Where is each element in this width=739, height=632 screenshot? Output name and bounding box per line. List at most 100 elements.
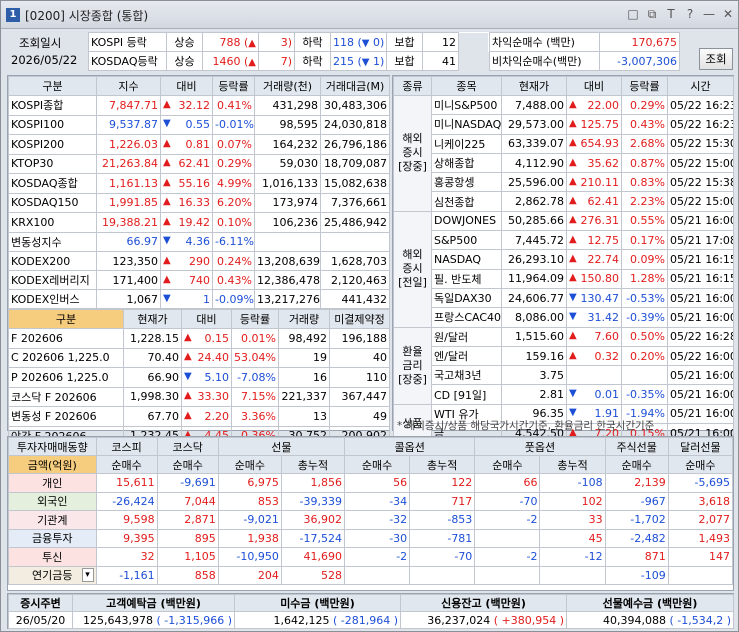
index-row[interactable]: KOSDAQ150 1,991.85 ▲ 16.33 6.20% 173,974 7,376… (8, 192, 390, 213)
world-row[interactable]: 국고채3년 3.75 05/21 16:00 (394, 365, 734, 386)
main-window: 1 [0200] 시장종합 (통합) □ ⧉ T ? — ✕ 조회일시 2026… (0, 0, 739, 632)
index-amount: 30,483,306 (320, 95, 390, 116)
world-row[interactable]: 심천종합 2,862.78 ▲ 62.41 2.23% 05/22 15:00 (394, 191, 734, 212)
investor-header-7: 달러선물 (667, 437, 734, 456)
index-row[interactable]: KOSDAQ종합 1,161.13 ▲ 55.16 4.99% 1,016,133 15,0… (8, 173, 390, 194)
kosdaq-updown-label: KOSDAQ등락 (88, 51, 167, 71)
etf-row[interactable]: KODEX인버스 1,067 ▼ 1 -0.09% 13,217,276 441,432 (8, 289, 390, 309)
help-icon[interactable]: ? (684, 7, 696, 21)
index-row[interactable]: KTOP30 21,263.84 ▲ 62.41 0.29% 59,030 18,709,0… (8, 153, 390, 174)
world-change: ▲ 276.31 (566, 210, 622, 232)
futures-value: 1,998.30 (123, 386, 182, 407)
minimize-icon[interactable]: — (703, 7, 715, 21)
index-name: KOSPI200 (8, 134, 97, 155)
bottom-header-3: 신용잔고 (백만원) (400, 594, 567, 612)
close-icon[interactable]: ✕ (722, 7, 734, 21)
world-row[interactable]: 독일DAX30 24,606.77 ▼ 130.47 -0.53% 05/21 16:00 (394, 287, 734, 309)
world-row[interactable]: 미니NASDAQ 29,573.00 ▲ 125.75 0.43% 05/22 16:23 (394, 114, 734, 135)
futures-row[interactable]: C 202606 1,225.0 70.40 ▲ 24.40 53.04% 19 40 (8, 347, 390, 368)
investor-value: 717 (409, 491, 476, 511)
investor-row[interactable]: 금융투자 9,395 895 1,938 -17,524 -30 -781 45 -2,482 1… (8, 528, 734, 548)
copy-window-icon[interactable]: ⧉ (646, 7, 658, 21)
kospi-limit-up: 3) (258, 32, 295, 52)
bottom-panel: 증시주변 고객예탁금 (백만원) 미수금 (백만원) 신용잔고 (백만원) 선물… (7, 593, 734, 629)
investor-value (539, 565, 606, 585)
investor-header-6: 주식선물 (604, 437, 669, 456)
world-time: 05/21 16:00 (667, 384, 734, 405)
arbitrage-label: 차익순매수 (백만) (489, 32, 600, 52)
investor-row[interactable]: 기관계 9,598 2,871 -9,021 36,902 -32 -853 -2 33 -1,7… (8, 510, 734, 530)
etf-row[interactable]: KODEX200 123,350 ▲ 290 0.24% 13,208,639 1,628,… (8, 251, 390, 271)
world-row[interactable]: 프랑스CAC40 8,086.00 ▼ 31.42 -0.39% 05/21 16:00 (394, 307, 734, 328)
etf-volume: 13,208,639 (254, 251, 321, 271)
futures-row[interactable]: 코스닥 F 202606 1,998.30 ▲ 33.30 7.15% 221,337 36… (8, 386, 390, 407)
futures-row[interactable]: P 202606 1,225.0 66.90 ▼ 5.10 -7.08% 16 110 (8, 367, 390, 388)
investor-value: -12 (539, 547, 606, 567)
investor-value: 1,856 (280, 473, 346, 493)
world-row[interactable]: 상해종합 4,112.90 ▲ 35.62 0.87% 05/22 15:00 (394, 152, 734, 174)
etf-amount: 1,628,703 (320, 251, 390, 271)
world-change: ▼ 0.01 (566, 384, 622, 405)
index-row[interactable]: KOSPI200 1,226.03 ▲ 0.81 0.07% 164,232 26,796,… (8, 134, 390, 155)
text-icon[interactable]: T (665, 7, 677, 21)
world-time: 05/21 16:00 (667, 210, 734, 232)
arbitrage-value: 170,675 (599, 32, 680, 52)
investor-value: -781 (409, 528, 476, 548)
bottom-date: 26/05/20 (8, 611, 73, 629)
investor-value: 66 (474, 473, 541, 493)
world-name: 심천종합 (431, 191, 502, 212)
index-value: 1,161.13 (96, 173, 161, 194)
index-row[interactable]: KOSPI100 9,537.87 ▼ 0.55 -0.01% 98,595 24,030,… (8, 114, 390, 135)
investor-value: -10,950 (217, 547, 282, 567)
investor-value (474, 528, 541, 548)
world-change: ▲ 7.60 (566, 326, 622, 347)
futures-value: 1,228.15 (123, 328, 182, 349)
world-value: 2.81 (501, 384, 567, 405)
world-row[interactable]: 환율 금리 [장중] 원/달러 1,515.60 ▲ 7.60 0.50% 05/22 16… (393, 326, 734, 405)
futures-row[interactable]: F 202606 1,228.15 ▲ 0.15 0.01% 98,492 196,188 (8, 328, 390, 349)
index-row[interactable]: KRX100 19,388.21 ▲ 19.42 0.10% 106,236 25,486,… (8, 212, 390, 233)
futures-row[interactable]: 변동성 F 202606 67.70 ▲ 2.20 3.36% 13 49 (8, 406, 390, 427)
world-row[interactable]: S&P500 7,445.72 ▲ 12.75 0.17% 05/21 17:08 (394, 230, 734, 251)
etf-rate: 0.24% (212, 251, 255, 271)
futures-header-2: 대비 (181, 309, 232, 329)
index-row[interactable]: KOSPI종합 7,847.71 ▲ 32.12 0.41% 431,298 30,483,… (8, 95, 390, 116)
investor-value: 7,044 (156, 491, 219, 511)
world-row[interactable]: 홍콩항셍 25,596.00 ▲ 210.11 0.83% 05/22 15:38 (394, 172, 734, 193)
bottom-header-0: 증시주변 (8, 594, 73, 612)
futures-value: 67.70 (123, 406, 182, 427)
world-row[interactable]: 엔/달러 159.16 ▲ 0.32 0.20% 05/22 16:00 (394, 345, 734, 367)
investor-value: -967 (604, 491, 669, 511)
kosdaq-flat: 41 (422, 51, 459, 71)
investor-row[interactable]: 투신 32 1,105 -10,950 41,690 -2 -70 -2 -12 871 147 (8, 547, 734, 567)
world-row[interactable]: 해외 증시 [장중] 미니S&P500 7,488.00 ▲ 22.00 0.29% 05/… (393, 94, 734, 212)
investor-row[interactable]: 연기금등 ▾ -1,161 858 204 528 -109 (8, 565, 734, 585)
investor-value (343, 565, 411, 585)
index-name: KOSPI종합 (8, 95, 97, 116)
left-panel: 구분 지수 대비 등락률 거래량(천) 거래대금(M) KOSPI종합 7,847.71 ▲ 32… (7, 75, 390, 446)
world-name: 프랑스CAC40 (431, 307, 502, 328)
index-change: ▲ 0.81 (160, 134, 213, 155)
query-button[interactable]: 조회 (699, 48, 733, 70)
kospi-flat-label: 보합 (386, 32, 423, 52)
futures-change: ▲ 33.30 (181, 386, 232, 407)
world-row[interactable]: NASDAQ 26,293.10 ▲ 22.74 0.09% 05/21 16:15 (394, 249, 734, 270)
futures-open-interest: 110 (329, 367, 390, 388)
world-row[interactable]: 해외 증시 [전일] DOWJONES 50,285.66 ▲ 276.31 0.55% 0… (393, 210, 734, 328)
futures-header-5: 미결제약정 (329, 309, 390, 329)
investor-row[interactable]: 개인 15,611 -9,691 6,975 1,856 56 122 66 -108 2,139… (8, 473, 734, 493)
investor-value: 9,395 (95, 528, 158, 548)
link-icon[interactable]: □ (627, 7, 639, 21)
index-change: ▲ 32.12 (160, 95, 213, 116)
dropdown-icon[interactable]: ▾ (81, 567, 94, 582)
world-row[interactable]: 니케이225 63,339.07 ▲ 654.93 2.68% 05/22 15:30 (394, 133, 734, 154)
world-rate: 0.83% (621, 172, 668, 193)
world-row[interactable]: CD [91일] 2.81 ▼ 0.01 -0.35% 05/21 16:00 (394, 384, 734, 405)
world-row[interactable]: 필. 반도체 11,964.09 ▲ 150.80 1.28% 05/21 16:15 (394, 268, 734, 289)
investor-value: -34 (343, 491, 411, 511)
bottom-header-2: 미수금 (백만원) (234, 594, 401, 612)
index-row[interactable]: 변동성지수 66.97 ▼ 4.36 -6.11% (8, 231, 390, 252)
window-title: [0200] 시장종합 (통합) (25, 9, 149, 23)
investor-row[interactable]: 외국인 -26,424 7,044 853 -39,339 -34 717 -70 102 -96… (8, 491, 734, 511)
etf-row[interactable]: KODEX레버리지 171,400 ▲ 740 0.43% 12,386,478 2,120… (8, 270, 390, 290)
